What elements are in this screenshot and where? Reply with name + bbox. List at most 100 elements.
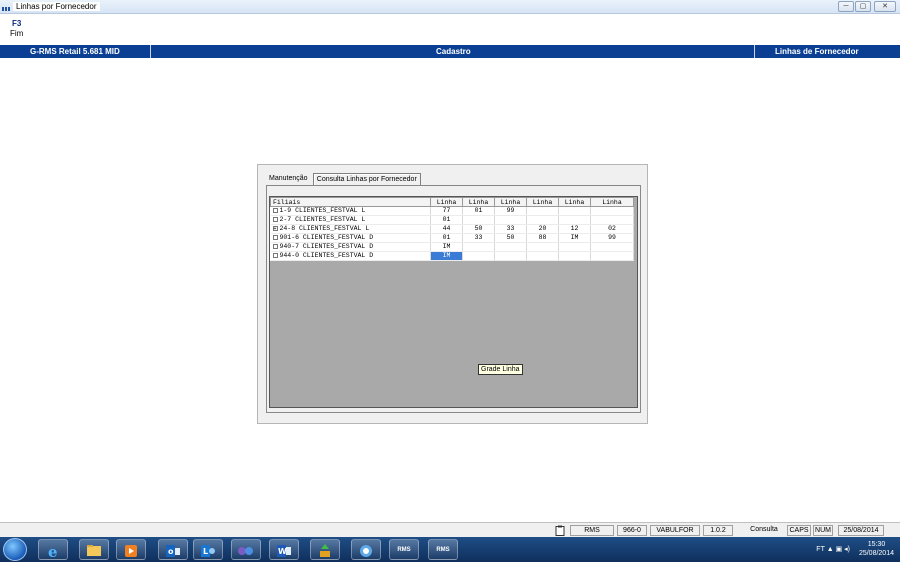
filial-label: 944-0 CLIENTES_FESTVAL D: [279, 252, 374, 259]
show-hidden-icons-icon[interactable]: ▲: [827, 546, 836, 553]
tab-strip: Manutenção Consulta Linhas por Fornecedo…: [266, 173, 421, 185]
module-header: G-RMS Retail 5.681 MID Cadastro Linhas d…: [0, 45, 900, 58]
start-button[interactable]: [3, 538, 27, 561]
header-divider: [150, 45, 151, 58]
linha-cell[interactable]: [558, 206, 591, 216]
ie-icon[interactable]: e: [38, 539, 68, 561]
linha-cell[interactable]: [590, 206, 634, 216]
linha-cell[interactable]: [526, 242, 559, 252]
table-row[interactable]: 2-7 CLIENTES_FESTVAL L 01: [270, 215, 634, 225]
filial-label: 24-8 CLIENTES_FESTVAL L: [279, 225, 370, 232]
svg-text:o: o: [168, 547, 174, 556]
linha-cell[interactable]: [558, 251, 591, 261]
filial-cell[interactable]: 944-0 CLIENTES_FESTVAL D: [270, 251, 431, 261]
linha-cell[interactable]: 88: [526, 233, 559, 243]
filial-cell[interactable]: 1-9 CLIENTES_FESTVAL L: [270, 206, 431, 216]
volume-icon[interactable]: ◂): [844, 546, 850, 553]
clock[interactable]: 15:30 25/08/2014: [859, 540, 894, 558]
filial-label: 901-6 CLIENTES_FESTVAL D: [279, 234, 374, 241]
linha-cell[interactable]: [590, 251, 634, 261]
column-header-linha[interactable]: Linha: [526, 197, 559, 207]
close-button[interactable]: ✕: [874, 1, 896, 12]
language-indicator[interactable]: FT: [816, 546, 824, 553]
linha-cell[interactable]: [526, 251, 559, 261]
minimize-button[interactable]: ─: [838, 1, 854, 12]
filial-cell[interactable]: +24-8 CLIENTES_FESTVAL L: [270, 224, 431, 234]
column-header-linha[interactable]: Linha: [558, 197, 591, 207]
table-row[interactable]: 944-0 CLIENTES_FESTVAL D IM: [270, 251, 634, 261]
table-row[interactable]: +24-8 CLIENTES_FESTVAL L 44 50 33 20 12 02: [270, 224, 634, 234]
linha-cell[interactable]: [526, 206, 559, 216]
column-header-linha[interactable]: Linha: [590, 197, 634, 207]
outlook-icon[interactable]: o: [158, 539, 188, 560]
table-row[interactable]: 1-9 CLIENTES_FESTVAL L 77 01 99: [270, 206, 634, 216]
linha-cell[interactable]: [494, 215, 527, 225]
linha-cell[interactable]: [462, 242, 495, 252]
column-header-linha[interactable]: Linha: [430, 197, 463, 207]
expand-checkbox[interactable]: [272, 216, 278, 222]
linha-cell[interactable]: [558, 242, 591, 252]
linha-cell[interactable]: 44: [430, 224, 463, 234]
expand-checkbox[interactable]: [272, 252, 278, 258]
linha-cell[interactable]: [462, 251, 495, 261]
app2-icon[interactable]: [351, 539, 381, 560]
lines-table: Filiais Linha Linha Linha Linha Linha Li…: [270, 197, 634, 261]
linha-cell[interactable]: [494, 242, 527, 252]
linha-cell[interactable]: IM: [558, 233, 591, 243]
expand-checkbox[interactable]: [272, 207, 278, 213]
linha-cell[interactable]: 99: [494, 206, 527, 216]
linha-cell[interactable]: [494, 251, 527, 261]
filial-cell[interactable]: 2-7 CLIENTES_FESTVAL L: [270, 215, 431, 225]
linha-cell[interactable]: [590, 215, 634, 225]
filial-cell[interactable]: 901-6 CLIENTES_FESTVAL D: [270, 233, 431, 243]
table-row[interactable]: 901-6 CLIENTES_FESTVAL D 01 33 50 88 IM 99: [270, 233, 634, 243]
word-icon[interactable]: W: [269, 539, 299, 560]
table-header-row: Filiais Linha Linha Linha Linha Linha Li…: [270, 197, 634, 207]
filial-label: 2-7 CLIENTES_FESTVAL L: [279, 216, 366, 223]
linha-cell[interactable]: [462, 215, 495, 225]
rms-icon[interactable]: RMS: [428, 539, 458, 560]
installer-icon[interactable]: [310, 539, 340, 560]
tab-manutencao[interactable]: Manutenção: [266, 173, 311, 185]
linha-cell[interactable]: 12: [558, 224, 591, 234]
clipboard-icon[interactable]: [553, 525, 567, 536]
linha-cell[interactable]: 50: [462, 224, 495, 234]
linha-cell[interactable]: 01: [430, 215, 463, 225]
lync-icon[interactable]: L: [193, 539, 223, 560]
linha-cell[interactable]: IM: [430, 251, 463, 261]
filial-cell[interactable]: 940-7 CLIENTES_FESTVAL D: [270, 242, 431, 252]
linha-cell[interactable]: 20: [526, 224, 559, 234]
linha-cell[interactable]: 77: [430, 206, 463, 216]
rms-icon[interactable]: RMS: [389, 539, 419, 560]
linha-cell[interactable]: 02: [590, 224, 634, 234]
expand-checkbox[interactable]: +: [272, 225, 278, 231]
app-icon[interactable]: [231, 539, 261, 560]
explorer-icon[interactable]: [79, 539, 109, 560]
linha-cell[interactable]: [526, 215, 559, 225]
media-player-icon[interactable]: [116, 539, 146, 560]
status-caps: CAPS: [787, 525, 811, 536]
system-tray[interactable]: FT ▲ ▣ ◂): [816, 545, 850, 553]
linha-cell[interactable]: 50: [494, 233, 527, 243]
linha-cell[interactable]: [558, 215, 591, 225]
column-header-filiais[interactable]: Filiais: [270, 197, 431, 207]
f3-end-button[interactable]: F3 Fim: [10, 19, 23, 39]
column-header-linha[interactable]: Linha: [494, 197, 527, 207]
lines-grid[interactable]: Filiais Linha Linha Linha Linha Linha Li…: [269, 196, 638, 408]
tab-consulta-linhas[interactable]: Consulta Linhas por Fornecedor: [312, 173, 421, 185]
expand-checkbox[interactable]: [272, 234, 278, 240]
table-row[interactable]: 940-7 CLIENTES_FESTVAL D IM: [270, 242, 634, 252]
linha-cell[interactable]: IM: [430, 242, 463, 252]
linha-cell[interactable]: 01: [430, 233, 463, 243]
linha-cell[interactable]: 33: [462, 233, 495, 243]
status-program: VABULFOR: [650, 525, 700, 536]
maximize-button[interactable]: ▢: [855, 1, 871, 12]
linha-cell[interactable]: [590, 242, 634, 252]
linha-cell[interactable]: 99: [590, 233, 634, 243]
network-icon[interactable]: ▣: [836, 546, 843, 553]
system-version: G-RMS Retail 5.681 MID: [30, 47, 120, 56]
expand-checkbox[interactable]: [272, 243, 278, 249]
column-header-linha[interactable]: Linha: [462, 197, 495, 207]
linha-cell[interactable]: 01: [462, 206, 495, 216]
linha-cell[interactable]: 33: [494, 224, 527, 234]
